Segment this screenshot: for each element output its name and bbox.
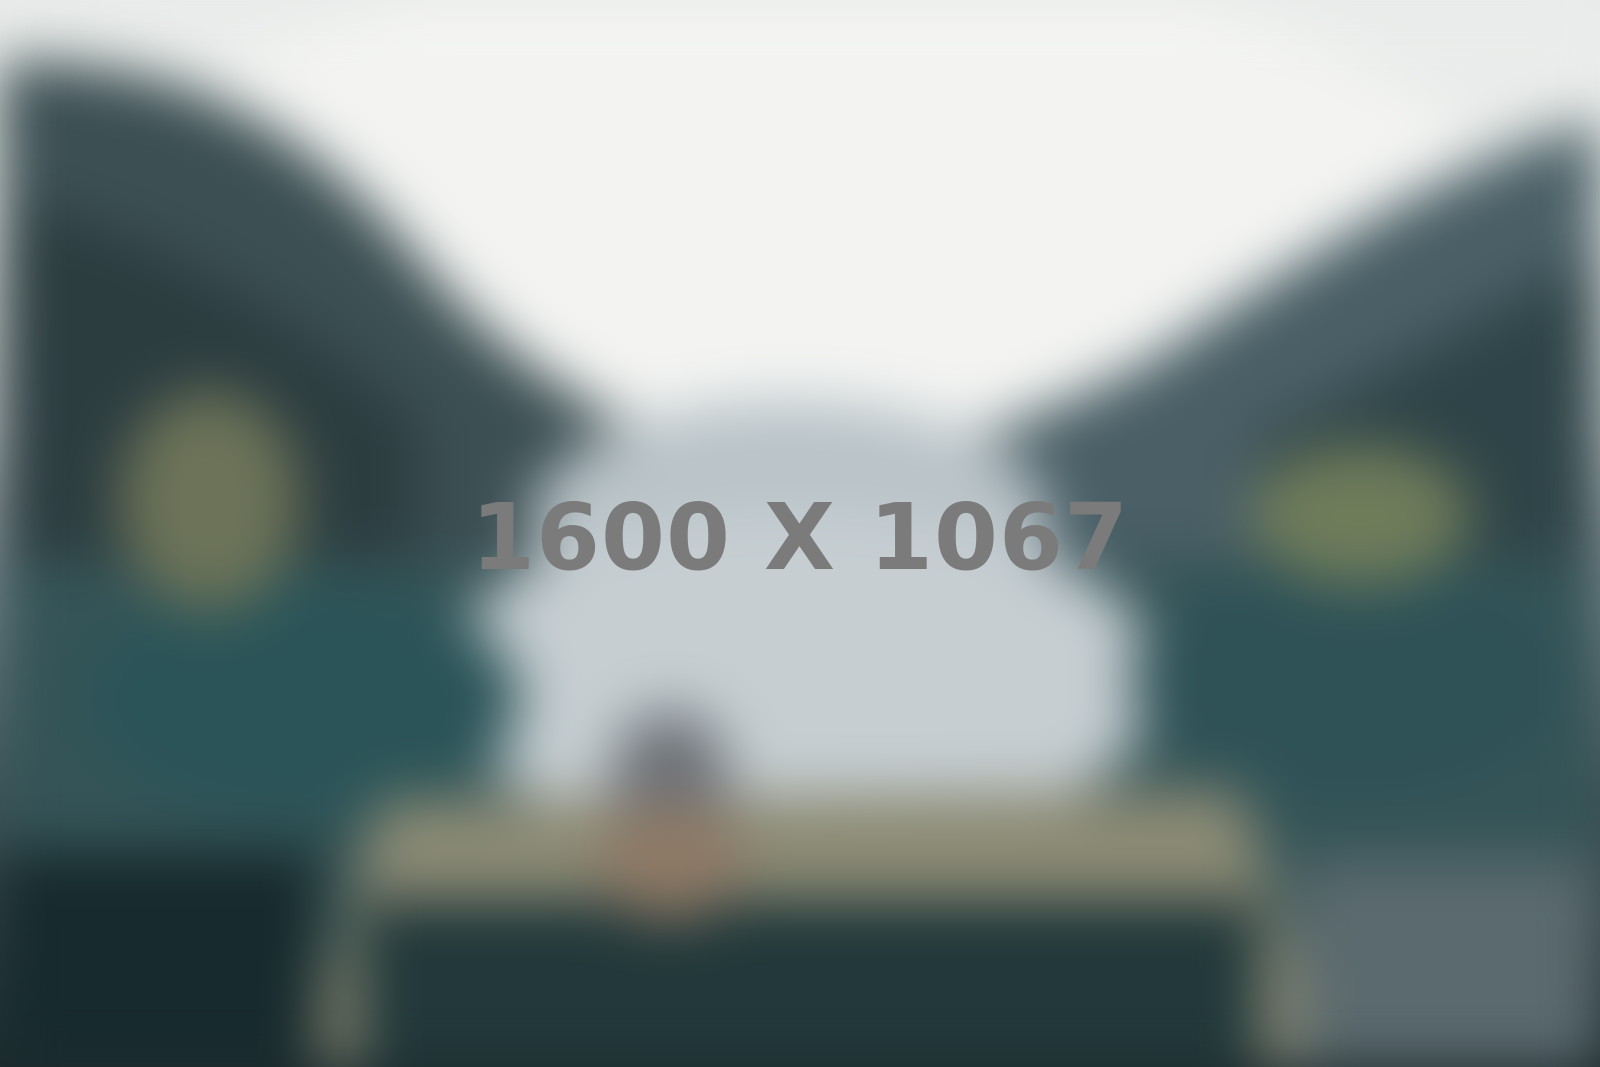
image-dimensions-label: 1600 X 1067 [470, 484, 1130, 591]
placeholder-image: 1600 X 1067 [0, 0, 1600, 1067]
